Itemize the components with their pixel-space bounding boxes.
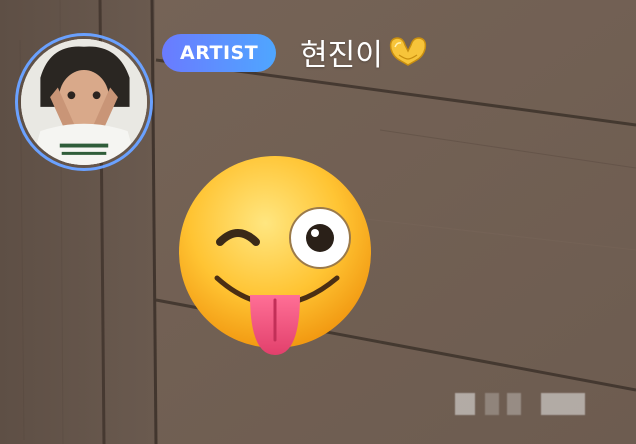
profile-photo [21, 39, 147, 165]
artist-badge: ARTIST [162, 34, 277, 72]
author-name[interactable]: 현진이 [300, 30, 429, 74]
watermark [455, 393, 595, 417]
heart-hands-icon [387, 35, 429, 69]
avatar[interactable] [15, 33, 153, 171]
winking-face-with-tongue-icon [172, 150, 382, 365]
author-name-text: 현진이 [300, 38, 383, 73]
chat-screen: ARTIST 현진이 [0, 0, 636, 444]
